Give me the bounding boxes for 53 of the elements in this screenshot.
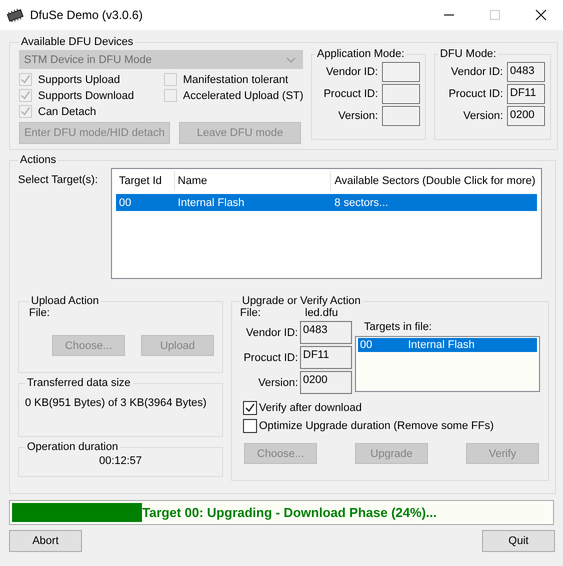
progress-status: Target 00: Upgrading - Download Phase (24%)... <box>141 504 438 522</box>
group-label: Operation duration <box>26 441 120 453</box>
field-label: Version: <box>463 110 503 122</box>
target-item[interactable]: 00 Internal Flash <box>358 338 537 352</box>
checkbox[interactable]: Optimize Upgrade duration (Remove some FFs) <box>243 419 540 433</box>
check-icon <box>20 90 31 101</box>
group-label: Actions <box>19 154 58 166</box>
id-field[interactable]: DF11 <box>300 346 352 369</box>
dialog-button[interactable]: Abort <box>9 530 82 552</box>
file-name: led.dfu <box>305 307 338 319</box>
check-icon <box>20 74 31 85</box>
targets-list[interactable]: 00 Internal Flash <box>355 336 540 392</box>
column-header[interactable]: Available Sectors (Double Click for more) <box>331 171 537 191</box>
duration-value: 00:12:57 <box>98 455 143 467</box>
group-label: Upgrade or Verify Action <box>241 295 362 307</box>
group-label: Upload Action <box>30 295 100 307</box>
chip-icon <box>6 8 24 22</box>
id-field[interactable] <box>382 84 420 104</box>
group-label: DFU Mode: <box>439 48 498 60</box>
dialog-button[interactable]: Quit <box>482 530 555 552</box>
field-label: Vendor ID: <box>326 66 378 78</box>
id-field[interactable]: 0200 <box>507 106 545 126</box>
field-label: Procuct ID: <box>244 352 298 364</box>
file-label: File: <box>29 307 51 319</box>
field-label: Procuct ID: <box>448 88 503 100</box>
file-label: File: <box>240 307 262 319</box>
check-icon <box>20 106 31 117</box>
select-target-label: Select Target(s): <box>18 173 99 188</box>
targets-in-file-label: Targets in file: <box>363 321 433 335</box>
target-row[interactable]: 00 Internal Flash 8 sectors... <box>116 194 537 211</box>
transferred-size: 0 KB(951 Bytes) of 3 KB(3964 Bytes) <box>25 397 208 409</box>
group-label: Transferred data size <box>26 377 132 389</box>
group-label: Available DFU Devices <box>20 36 134 48</box>
id-field[interactable] <box>382 106 420 126</box>
id-field[interactable] <box>382 62 420 82</box>
field-label: Procuct ID: <box>324 88 378 100</box>
window-title: DfuSe Demo (v3.0.6) <box>30 8 143 22</box>
field-label: Vendor ID: <box>451 66 503 78</box>
group-label: Application Mode: <box>316 48 406 60</box>
column-header[interactable]: Name <box>174 171 332 191</box>
target-list[interactable]: Target Id Name Available Sectors (Double Click for more) 00 Internal Flash 8 sectors... <box>111 168 542 279</box>
column-header[interactable]: Target Id <box>116 171 175 191</box>
field-label: Version: <box>338 110 378 122</box>
id-field[interactable]: 0483 <box>300 321 352 344</box>
checkbox[interactable]: Verify after download <box>243 401 540 415</box>
field-label: Version: <box>258 376 298 388</box>
id-field[interactable]: 0200 <box>300 371 352 394</box>
check-icon <box>244 402 256 414</box>
id-field[interactable]: DF11 <box>507 84 545 104</box>
field-label: Vendor ID: <box>246 326 298 338</box>
id-field[interactable]: 0483 <box>507 62 545 82</box>
caret-icon <box>286 56 296 62</box>
close-icon[interactable] <box>535 9 547 21</box>
